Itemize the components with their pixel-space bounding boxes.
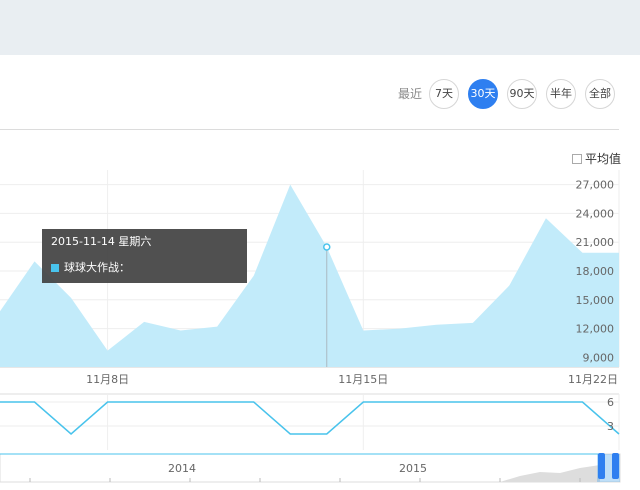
mini-chart: 36 <box>0 393 620 450</box>
range-all-button[interactable]: 全部 <box>585 79 615 109</box>
mini-line-series <box>0 401 620 435</box>
highlight-point <box>323 243 331 251</box>
navigator-handle-icon[interactable] <box>612 453 619 479</box>
tooltip-series-label: 球球大作战： <box>64 261 130 274</box>
range-half-year-button[interactable]: 半年 <box>546 79 576 109</box>
tooltip-series-row: 球球大作战： <box>51 262 238 274</box>
mini-y-tick-label: 3 <box>607 420 614 433</box>
navigator-year-label: 2014 <box>168 462 196 475</box>
navigator-handle-icon[interactable] <box>598 453 605 479</box>
mini-y-tick-label: 6 <box>607 396 614 409</box>
y-tick-label: 9,000 <box>583 351 615 364</box>
x-tick-label: 11月15日 <box>338 373 388 386</box>
y-tick-label: 27,000 <box>576 179 615 192</box>
range-30-days-button[interactable]: 30天 <box>468 79 498 109</box>
y-tick-label: 18,000 <box>576 265 615 278</box>
average-toggle[interactable]: 平均值 <box>572 150 621 167</box>
chart-area: 9,000 12,000 15,000 18,000 21,000 24,000 27,00… <box>0 170 621 483</box>
x-tick-label: 11月8日 <box>86 373 129 386</box>
y-tick-label: 15,000 <box>576 294 615 307</box>
range-7-days-button[interactable]: 7天 <box>429 79 459 109</box>
main-chart-x-ticks: 11月8日 11月15日 11月22日 <box>86 373 618 386</box>
y-tick-label: 12,000 <box>576 323 615 336</box>
y-tick-label: 24,000 <box>576 207 615 220</box>
range-navigator: 2014 2015 <box>0 453 621 483</box>
range-label: 最近 <box>397 87 422 101</box>
time-range-selector: 最近 7天 30天 90天 半年 全部 <box>380 78 640 110</box>
divider <box>0 129 619 130</box>
navigator-year-label: 2015 <box>399 462 427 475</box>
series-swatch-icon <box>51 264 59 272</box>
range-90-days-button[interactable]: 90天 <box>507 79 537 109</box>
tooltip-date: 2015-11-14 星期六 <box>51 235 152 248</box>
chart-tooltip: 2015-11-14 星期六 球球大作战： <box>42 229 247 283</box>
x-tick-label: 11月22日 <box>568 373 618 386</box>
average-label: 平均值 <box>585 152 622 166</box>
header-band <box>0 0 640 55</box>
average-checkbox[interactable] <box>572 153 582 164</box>
y-tick-label: 21,000 <box>576 236 615 249</box>
